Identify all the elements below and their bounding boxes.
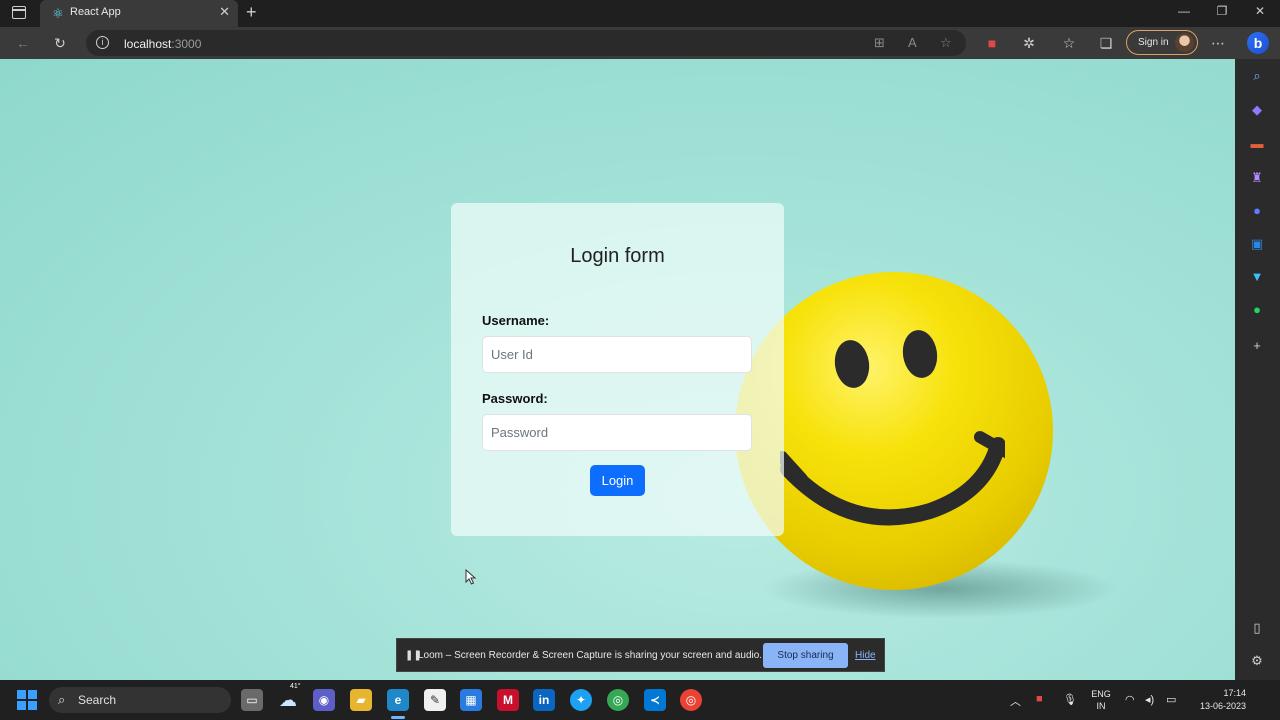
smiley-left-eye xyxy=(831,337,873,391)
taskbar-clock[interactable]: 17:14 13-06-2023 xyxy=(1190,687,1246,713)
shopping-tag-icon[interactable]: ◆ xyxy=(1249,102,1265,118)
extension-icon[interactable]: ■ xyxy=(982,33,1002,53)
minimize-icon[interactable]: — xyxy=(1174,4,1194,18)
avatar xyxy=(1175,33,1194,52)
favorites-icon[interactable]: ☆ xyxy=(1059,33,1079,53)
add-sidebar-icon[interactable]: + xyxy=(1249,338,1265,354)
password-input[interactable] xyxy=(482,414,752,451)
chrome-profile-icon[interactable]: ◎ xyxy=(680,689,702,711)
games-icon[interactable]: ♜ xyxy=(1249,170,1265,186)
app-available-icon[interactable]: ⊞ xyxy=(874,35,885,51)
refresh-icon[interactable]: ↻ xyxy=(50,33,70,53)
browser-tab[interactable]: ⚛ React App ✕ xyxy=(40,0,238,27)
read-aloud-icon[interactable]: A xyxy=(908,35,917,50)
close-window-icon[interactable]: ✕ xyxy=(1250,4,1270,18)
url-text[interactable]: localhost:3000 xyxy=(124,37,201,51)
vscode-icon[interactable]: ≺ xyxy=(644,689,666,711)
chrome-icon[interactable]: ◎ xyxy=(607,689,629,711)
browser-titlebar: ⚛ React App ✕ + — ❐ ✕ xyxy=(0,0,1280,27)
linkedin-icon[interactable]: in xyxy=(533,689,555,711)
bing-copilot-icon[interactable]: b xyxy=(1247,32,1269,54)
mouse-cursor-icon xyxy=(465,569,477,585)
edge-sidebar: ⌕ ◆ ▬ ♜ ● ▣ ▼ ● + ▯ ⚙ xyxy=(1235,59,1280,680)
weather-temp: 41° xyxy=(290,683,301,690)
taskbar-search-label: Search xyxy=(78,693,117,707)
login-button[interactable]: Login xyxy=(590,465,645,496)
favorite-star-icon[interactable]: ☆ xyxy=(940,35,952,51)
active-app-indicator xyxy=(391,716,405,719)
tray-app-icon[interactable]: ■ xyxy=(1036,693,1043,705)
page-viewport: Login form Username: Password: Login xyxy=(0,59,1235,680)
search-icon[interactable]: ⌕ xyxy=(1249,68,1265,84)
microphone-icon[interactable]: 🎙 xyxy=(1063,693,1077,706)
address-bar[interactable]: i localhost:3000 ⊞ A ☆ xyxy=(86,30,966,56)
clock-time: 17:14 xyxy=(1223,688,1246,698)
tools-briefcase-icon[interactable]: ▬ xyxy=(1249,136,1265,152)
more-options-icon[interactable]: ⋯ xyxy=(1208,33,1228,53)
battery-icon[interactable]: ▭ xyxy=(1166,693,1176,706)
maximize-icon[interactable]: ❐ xyxy=(1212,4,1232,18)
settings-gear-icon[interactable]: ⚙ xyxy=(1249,653,1265,669)
lang-code: ENG xyxy=(1091,689,1111,699)
site-info-icon[interactable]: i xyxy=(96,36,109,49)
loom-message: Loom – Screen Recorder & Screen Capture … xyxy=(418,650,763,661)
tab-actions-icon[interactable] xyxy=(12,6,26,19)
task-view-icon[interactable]: ▭ xyxy=(241,689,263,711)
sign-in-button[interactable]: Sign in xyxy=(1126,30,1198,55)
browser-app-icon[interactable]: ✦ xyxy=(570,689,592,711)
username-input[interactable] xyxy=(482,336,752,373)
login-card: Login form Username: Password: Login xyxy=(451,203,784,536)
taskbar-search[interactable]: ⌕ Search xyxy=(49,687,231,713)
smiley-mouth xyxy=(780,431,1005,526)
browser-toolbar: ← ↻ i localhost:3000 ⊞ A ☆ ■ ✲ ☆ ❏ Sign … xyxy=(0,27,1280,59)
outlook-icon[interactable]: ▣ xyxy=(1249,236,1265,252)
microsoft-365-icon[interactable]: ● xyxy=(1249,203,1265,219)
react-favicon-icon: ⚛ xyxy=(52,6,64,21)
notepad-icon[interactable]: ✎ xyxy=(424,689,446,711)
windows-taskbar: ⌕ Search ▭ ☁ 41° ◉ ▰ e ✎ ▦ M in ✦ ◎ ≺ ◎ … xyxy=(0,680,1280,720)
wifi-icon[interactable]: ◠ xyxy=(1125,693,1135,706)
new-tab-icon[interactable]: + xyxy=(246,3,257,21)
smiley-right-eye xyxy=(899,327,941,381)
teams-chat-icon[interactable]: ◉ xyxy=(313,689,335,711)
drop-icon[interactable]: ▼ xyxy=(1249,269,1265,285)
extensions-puzzle-icon[interactable]: ✲ xyxy=(1019,33,1039,53)
language-indicator[interactable]: ENG IN xyxy=(1090,688,1112,712)
volume-icon[interactable]: ◂) xyxy=(1145,693,1154,706)
sign-in-label: Sign in xyxy=(1138,37,1169,48)
hide-sidebar-icon[interactable]: ▯ xyxy=(1249,620,1265,636)
search-icon: ⌕ xyxy=(58,692,66,707)
tab-title: React App xyxy=(70,6,121,18)
tray-overflow-icon[interactable]: ︿ xyxy=(1010,693,1021,709)
mcafee-icon[interactable]: M xyxy=(497,689,519,711)
tab-close-icon[interactable]: ✕ xyxy=(219,5,230,19)
stop-sharing-button[interactable]: Stop sharing xyxy=(763,643,848,668)
clock-date: 13-06-2023 xyxy=(1199,701,1246,711)
collections-icon[interactable]: ❏ xyxy=(1096,33,1116,53)
page-title: Login form xyxy=(570,245,665,267)
microsoft-store-icon[interactable]: ▦ xyxy=(460,689,482,711)
hide-link[interactable]: Hide xyxy=(855,650,876,661)
region-code: IN xyxy=(1096,701,1106,711)
edge-browser-icon[interactable]: e xyxy=(387,689,409,711)
back-icon[interactable]: ← xyxy=(13,33,33,53)
file-explorer-icon[interactable]: ▰ xyxy=(350,689,372,711)
username-label: Username: xyxy=(482,313,550,328)
password-label: Password: xyxy=(482,391,548,406)
windows-start-icon[interactable] xyxy=(17,690,37,710)
spotify-icon[interactable]: ● xyxy=(1249,302,1265,318)
loom-sharing-bar: ❚❚ Loom – Screen Recorder & Screen Captu… xyxy=(396,638,885,672)
weather-cloud-icon[interactable]: ☁ xyxy=(277,689,299,711)
